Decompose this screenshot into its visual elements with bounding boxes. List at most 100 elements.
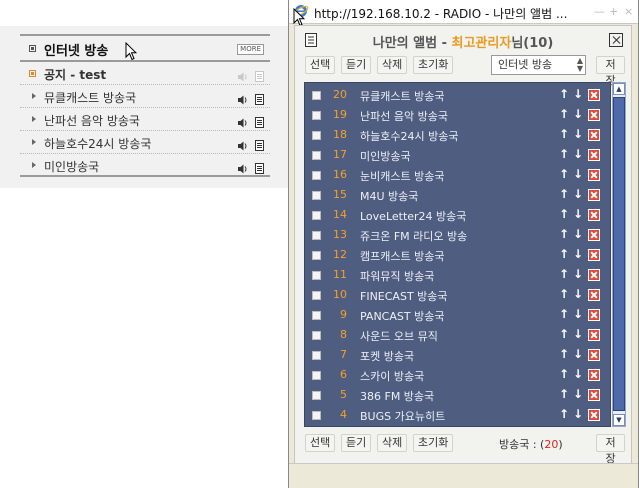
station-item[interactable]: 하늘호수24시 방송국 — [20, 131, 270, 154]
move-up-icon[interactable]: ↑ — [559, 127, 569, 141]
delete-icon[interactable] — [588, 229, 600, 241]
delete-icon[interactable] — [588, 189, 600, 201]
move-down-icon[interactable]: ↓ — [573, 407, 583, 421]
station-name[interactable]: 사운드 오브 뮤직 — [360, 328, 438, 344]
station-name[interactable]: 포켓 방송국 — [360, 348, 414, 364]
station-row[interactable]: 13 쥬크온 FM 라디오 방송 ↑ ↓ — [305, 225, 610, 245]
notice-item[interactable]: 공지 - test — [20, 62, 270, 85]
delete-icon[interactable] — [588, 329, 600, 341]
station-checkbox[interactable] — [312, 351, 321, 360]
move-down-icon[interactable]: ↓ — [573, 267, 583, 281]
move-up-icon[interactable]: ↑ — [559, 347, 569, 361]
select-button-bottom[interactable]: 선택 — [305, 434, 336, 452]
save-button-bottom[interactable]: 저장 — [596, 434, 625, 465]
move-up-icon[interactable]: ↑ — [559, 327, 569, 341]
station-checkbox[interactable] — [312, 411, 321, 420]
minimize-icon[interactable]: — — [594, 5, 605, 18]
delete-icon[interactable] — [588, 309, 600, 321]
delete-button[interactable]: 삭제 — [377, 56, 408, 74]
station-row[interactable]: 20 뮤클캐스트 방송국 ↑ ↓ — [305, 85, 610, 105]
station-name[interactable]: LoveLetter24 방송국 — [360, 208, 466, 224]
move-up-icon[interactable]: ↑ — [559, 187, 569, 201]
station-row[interactable]: 8 사운드 오브 뮤직 ↑ ↓ — [305, 325, 610, 345]
station-row[interactable]: 18 하늘호수24시 방송국 ↑ ↓ — [305, 125, 610, 145]
reset-button-bottom[interactable]: 초기화 — [413, 434, 454, 452]
station-checkbox[interactable] — [312, 331, 321, 340]
item-label[interactable]: 공지 - test — [44, 66, 106, 83]
delete-icon[interactable] — [588, 89, 600, 101]
move-down-icon[interactable]: ↓ — [573, 107, 583, 121]
station-checkbox[interactable] — [312, 231, 321, 240]
station-row[interactable]: 9 PANCAST 방송국 ↑ ↓ — [305, 305, 610, 325]
station-row[interactable]: 6 스카이 방송국 ↑ ↓ — [305, 365, 610, 385]
reset-button[interactable]: 초기화 — [413, 56, 454, 74]
move-up-icon[interactable]: ↑ — [559, 287, 569, 301]
station-row[interactable]: 4 BUGS 가요뉴히트 ↑ ↓ — [305, 405, 610, 425]
maximize-icon[interactable]: + — [609, 5, 618, 18]
station-name[interactable]: 파워뮤직 방송국 — [360, 268, 434, 284]
document-icon[interactable] — [255, 90, 264, 109]
move-up-icon[interactable]: ↑ — [559, 307, 569, 321]
scroll-up-icon[interactable]: ▲ — [613, 83, 625, 95]
item-label[interactable]: 뮤클캐스트 방송국 — [44, 89, 136, 106]
delete-icon[interactable] — [588, 169, 600, 181]
save-button[interactable]: 저장 — [596, 56, 625, 87]
move-down-icon[interactable]: ↓ — [573, 167, 583, 181]
delete-icon[interactable] — [588, 129, 600, 141]
document-icon[interactable] — [255, 136, 264, 155]
delete-icon[interactable] — [588, 289, 600, 301]
move-up-icon[interactable]: ↑ — [559, 407, 569, 421]
move-up-icon[interactable]: ↑ — [559, 247, 569, 261]
delete-icon[interactable] — [588, 409, 600, 421]
speaker-icon[interactable] — [238, 159, 248, 178]
item-label[interactable]: 난파선 음악 방송국 — [44, 112, 140, 129]
category-select[interactable]: 인터넷 방송 ▲ ▼ — [491, 55, 586, 75]
move-down-icon[interactable]: ↓ — [573, 187, 583, 201]
station-checkbox[interactable] — [312, 111, 321, 120]
select-button[interactable]: 선택 — [305, 56, 336, 74]
station-row[interactable]: 17 미인방송국 ↑ ↓ — [305, 145, 610, 165]
station-item[interactable]: 난파선 음악 방송국 — [20, 108, 270, 131]
move-down-icon[interactable]: ↓ — [573, 227, 583, 241]
move-down-icon[interactable]: ↓ — [573, 207, 583, 221]
move-down-icon[interactable]: ↓ — [573, 327, 583, 341]
scrollbar[interactable]: ▲ ▼ — [612, 82, 626, 427]
station-checkbox[interactable] — [312, 391, 321, 400]
station-checkbox[interactable] — [312, 131, 321, 140]
item-label[interactable]: 미인방송국 — [44, 158, 99, 175]
station-checkbox[interactable] — [312, 371, 321, 380]
speaker-icon[interactable] — [238, 90, 248, 109]
widget-title[interactable]: 인터넷 방송 — [44, 40, 108, 59]
move-down-icon[interactable]: ↓ — [573, 387, 583, 401]
move-down-icon[interactable]: ↓ — [573, 127, 583, 141]
scroll-down-icon[interactable]: ▼ — [613, 414, 625, 426]
move-down-icon[interactable]: ↓ — [573, 287, 583, 301]
station-name[interactable]: PANCAST 방송국 — [360, 308, 444, 324]
station-row[interactable]: 15 M4U 방송국 ↑ ↓ — [305, 185, 610, 205]
listen-button-bottom[interactable]: 듣기 — [341, 434, 372, 452]
delete-icon[interactable] — [588, 349, 600, 361]
station-name[interactable]: 눈비캐스트 방송국 — [360, 168, 444, 184]
close-window-icon[interactable]: × — [624, 5, 633, 18]
move-up-icon[interactable]: ↑ — [559, 227, 569, 241]
document-icon[interactable] — [255, 113, 264, 132]
document-icon[interactable] — [255, 159, 264, 178]
delete-icon[interactable] — [588, 269, 600, 281]
move-up-icon[interactable]: ↑ — [559, 207, 569, 221]
item-label[interactable]: 하늘호수24시 방송국 — [44, 135, 151, 152]
close-icon[interactable] — [609, 33, 623, 47]
station-row[interactable]: 11 파워뮤직 방송국 ↑ ↓ — [305, 265, 610, 285]
station-checkbox[interactable] — [312, 271, 321, 280]
station-row[interactable]: 14 LoveLetter24 방송국 ↑ ↓ — [305, 205, 610, 225]
delete-icon[interactable] — [588, 249, 600, 261]
station-row[interactable]: 5 386 FM 방송국 ↑ ↓ — [305, 385, 610, 405]
move-up-icon[interactable]: ↑ — [559, 367, 569, 381]
station-row[interactable]: 7 포켓 방송국 ↑ ↓ — [305, 345, 610, 365]
station-name[interactable]: BUGS 가요뉴히트 — [360, 408, 445, 424]
move-down-icon[interactable]: ↓ — [573, 347, 583, 361]
speaker-icon[interactable] — [238, 136, 248, 155]
move-up-icon[interactable]: ↑ — [559, 87, 569, 101]
station-item[interactable]: 뮤클캐스트 방송국 — [20, 85, 270, 108]
move-down-icon[interactable]: ↓ — [573, 367, 583, 381]
station-row[interactable]: 19 난파선 음악 방송국 ↑ ↓ — [305, 105, 610, 125]
